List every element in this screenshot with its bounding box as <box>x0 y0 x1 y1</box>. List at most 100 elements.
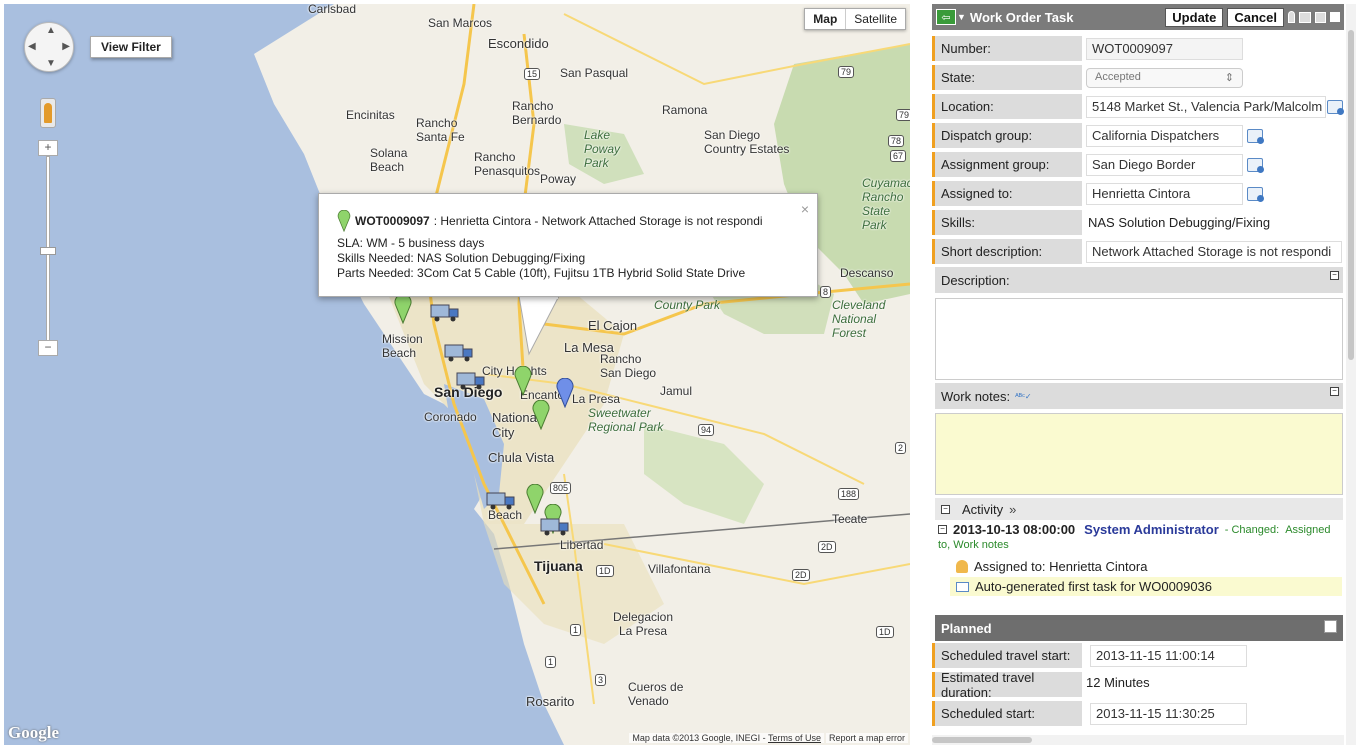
reference-lookup-icon[interactable] <box>1247 128 1264 144</box>
map-label: Tecate <box>832 512 868 526</box>
state-select[interactable]: Accepted ⇕ <box>1086 67 1243 88</box>
map-pin-green[interactable] <box>526 484 544 514</box>
report-map-error-link[interactable]: Report a map error <box>825 733 908 743</box>
info-window-parts: Parts Needed: 3Com Cat 5 Cable (10ft), F… <box>337 266 746 280</box>
activity-user[interactable]: System Administrator <box>1084 522 1219 537</box>
copy-icon[interactable] <box>1315 11 1326 23</box>
zoom-control[interactable]: + − <box>38 140 58 356</box>
attribution-text: Map data ©2013 Google, INEGI <box>632 733 761 743</box>
map-view[interactable]: Carlsbad San Marcos Escondido San Pasqua… <box>4 4 910 745</box>
scrollbar-thumb[interactable] <box>932 737 1032 743</box>
truck-icon[interactable] <box>430 302 460 322</box>
pan-up-icon[interactable]: ▲ <box>46 25 56 36</box>
horizontal-scrollbar[interactable] <box>932 735 1344 745</box>
map-type-satellite-button[interactable]: Satellite <box>845 9 905 29</box>
collapse-icon[interactable]: − <box>938 525 947 534</box>
street-view-pegman-icon[interactable] <box>40 98 56 128</box>
map-pin-green[interactable] <box>514 366 532 396</box>
map-label: Carlsbad <box>308 4 357 16</box>
short-description-input[interactable]: Network Attached Storage is not respondi <box>1086 240 1342 263</box>
zoom-in-button[interactable]: + <box>38 140 58 156</box>
info-window-task-id[interactable]: WOT0009097 <box>355 214 430 229</box>
terms-link[interactable]: Terms of Use <box>768 733 821 743</box>
skills-value: NAS Solution Debugging/Fixing <box>1088 215 1271 230</box>
travel-duration-value: 12 Minutes <box>1086 675 1150 690</box>
field-label: State: <box>932 65 1082 90</box>
map-label: San Diego Country Estates <box>704 128 790 156</box>
map-pin-green[interactable] <box>532 400 550 430</box>
context-menu-icon[interactable]: ▼ <box>957 12 966 22</box>
info-window-skills: Skills Needed: NAS Solution Debugging/Fi… <box>337 251 586 265</box>
info-window-tail <box>519 296 559 356</box>
pan-down-icon[interactable]: ▼ <box>46 58 56 69</box>
reference-lookup-icon[interactable] <box>1247 186 1264 202</box>
assigned-to-input[interactable]: Henrietta Cintora <box>1086 182 1243 205</box>
map-label: Rancho Penasquitos <box>474 150 541 178</box>
state-value: Accepted <box>1095 70 1141 83</box>
back-arrow-icon[interactable]: ⇦ <box>936 9 956 25</box>
map-label: La Presa <box>572 392 621 406</box>
route-shield: 2D <box>818 541 836 553</box>
update-button[interactable]: Update <box>1165 7 1224 27</box>
map-label: Encinitas <box>346 108 395 122</box>
route-shield: 8 <box>820 286 832 298</box>
cancel-button[interactable]: Cancel <box>1227 7 1284 27</box>
field-label: Number: <box>932 36 1082 61</box>
field-label: Estimated travel duration: <box>932 670 1082 700</box>
collapse-icon[interactable]: − <box>1330 271 1339 280</box>
pan-left-icon[interactable]: ◀ <box>28 41 36 52</box>
description-header: Description: − <box>935 267 1343 293</box>
map-label: Cuyamaca Rancho State Park <box>862 176 910 232</box>
note-icon <box>956 581 969 592</box>
info-window-sla: SLA: WM - 5 business days <box>337 236 485 250</box>
view-filter-button[interactable]: View Filter <box>90 36 172 58</box>
collapse-icon[interactable]: − <box>1330 387 1339 396</box>
number-input[interactable]: WOT0009097 <box>1086 37 1243 60</box>
field-travel-duration: Estimated travel duration: 12 Minutes <box>932 670 1344 700</box>
route-shield: 1 <box>545 656 557 668</box>
pan-right-icon[interactable]: ▶ <box>62 41 70 52</box>
spellcheck-icon[interactable]: ᴬᴮᶜ✓ <box>1015 392 1031 401</box>
work-notes-textarea[interactable] <box>935 413 1343 495</box>
collapse-icon[interactable]: − <box>941 504 950 514</box>
reference-lookup-icon[interactable] <box>1327 99 1344 115</box>
travel-start-input[interactable]: 2013-11-15 11:00:14 <box>1090 644 1247 667</box>
description-textarea[interactable] <box>935 298 1343 380</box>
form-layout-icon[interactable] <box>1299 11 1311 23</box>
activity-changed: - Changed: <box>1224 523 1280 536</box>
truck-icon[interactable] <box>456 370 486 390</box>
truck-icon[interactable] <box>540 516 570 536</box>
info-window: × WOT0009097 : Henrietta Cintora - Netwo… <box>318 193 818 297</box>
close-icon[interactable]: × <box>801 202 809 217</box>
location-input[interactable]: 5148 Market St., Valencia Park/Malcolm <box>1086 95 1326 118</box>
calendar-icon[interactable] <box>1324 620 1337 633</box>
map-pin-green[interactable] <box>394 294 412 324</box>
collapse-icon[interactable] <box>1330 12 1340 22</box>
field-dispatch-group: Dispatch group: California Dispatchers <box>932 121 1344 150</box>
assignment-group-input[interactable]: San Diego Border <box>1086 153 1243 176</box>
form-header: ⇦ ▼ Work Order Task Update Cancel <box>932 4 1344 30</box>
field-assigned-to: Assigned to: Henrietta Cintora <box>932 179 1344 208</box>
google-logo: Google <box>8 723 59 742</box>
map-label: Jamul <box>660 384 693 398</box>
attachment-icon[interactable] <box>1288 11 1295 23</box>
field-short-description: Short description: Network Attached Stor… <box>932 237 1344 266</box>
dispatch-group-input[interactable]: California Dispatchers <box>1086 124 1243 147</box>
pan-control[interactable]: ▲ ▼ ◀ ▶ <box>24 22 74 72</box>
field-location: Location: 5148 Market St., Valencia Park… <box>932 92 1344 121</box>
truck-icon[interactable] <box>486 490 516 510</box>
scheduled-start-input[interactable]: 2013-11-15 11:30:25 <box>1090 702 1247 725</box>
route-shield: 2D <box>792 569 810 581</box>
reference-lookup-icon[interactable] <box>1247 157 1264 173</box>
scrollbar-thumb[interactable] <box>1348 30 1354 360</box>
zoom-slider-handle[interactable] <box>40 247 56 255</box>
map-pin-blue[interactable] <box>556 378 574 408</box>
vertical-scrollbar[interactable] <box>1346 4 1356 745</box>
truck-icon[interactable] <box>444 342 474 362</box>
zoom-out-button[interactable]: − <box>38 340 58 356</box>
activity-expand-icon[interactable]: » <box>1009 502 1016 517</box>
map-type-map-button[interactable]: Map <box>805 9 845 29</box>
map-label: Rancho San Diego <box>600 352 657 380</box>
map-label: Poway <box>540 172 577 186</box>
activity-assigned-line: Assigned to: Henrietta Cintora <box>956 557 1342 575</box>
